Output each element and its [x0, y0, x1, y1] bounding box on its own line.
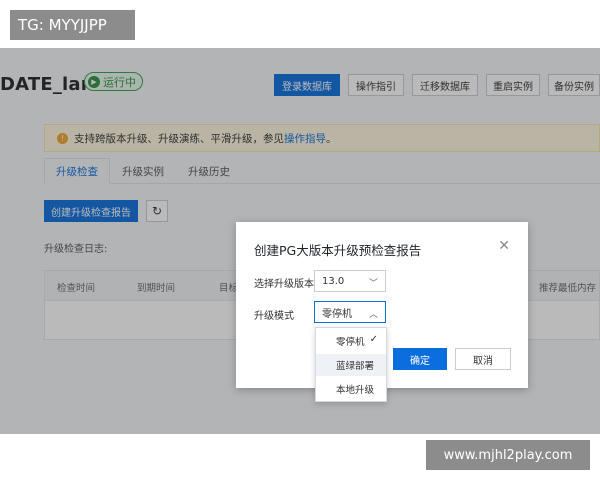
mode-label: 升级模式 — [254, 311, 294, 322]
option-label: 零停机 — [336, 337, 365, 348]
version-select[interactable]: 13.0 ﹀ — [314, 270, 386, 292]
chevron-down-icon: ﹀ — [368, 279, 378, 289]
chevron-up-icon: ︿ — [368, 310, 378, 320]
watermark-top: TG: MYYJJPP — [10, 10, 135, 40]
watermark-bottom: www.mjhl2play.com — [426, 440, 590, 470]
option-label: 本地升级 — [336, 385, 375, 396]
mode-select[interactable]: 零停机 ︿ — [314, 301, 386, 323]
check-icon: ✓ — [369, 334, 378, 345]
dialog-title: 创建PG大版本升级预检查报告 — [254, 243, 422, 258]
version-value: 13.0 — [322, 275, 345, 287]
screenshot-frame: TG: MYYJJPP DATE_lanlv ▶ 运行中 登录数据库 操作指引 … — [0, 0, 600, 480]
cancel-button[interactable]: 取消 — [455, 348, 511, 370]
confirm-button[interactable]: 确定 — [393, 348, 447, 370]
mode-value: 零停机 — [322, 308, 352, 320]
option-zero-downtime[interactable]: 零停机 ✓ — [316, 330, 386, 352]
option-blue-green[interactable]: 蓝绿部署 — [316, 354, 386, 376]
option-local-upgrade[interactable]: 本地升级 — [316, 378, 386, 400]
mode-dropdown: 零停机 ✓ 蓝绿部署 本地升级 — [315, 327, 387, 402]
version-label: 选择升级版本: — [254, 279, 318, 290]
option-label: 蓝绿部署 — [336, 361, 375, 372]
close-icon[interactable]: ✕ — [498, 238, 510, 254]
